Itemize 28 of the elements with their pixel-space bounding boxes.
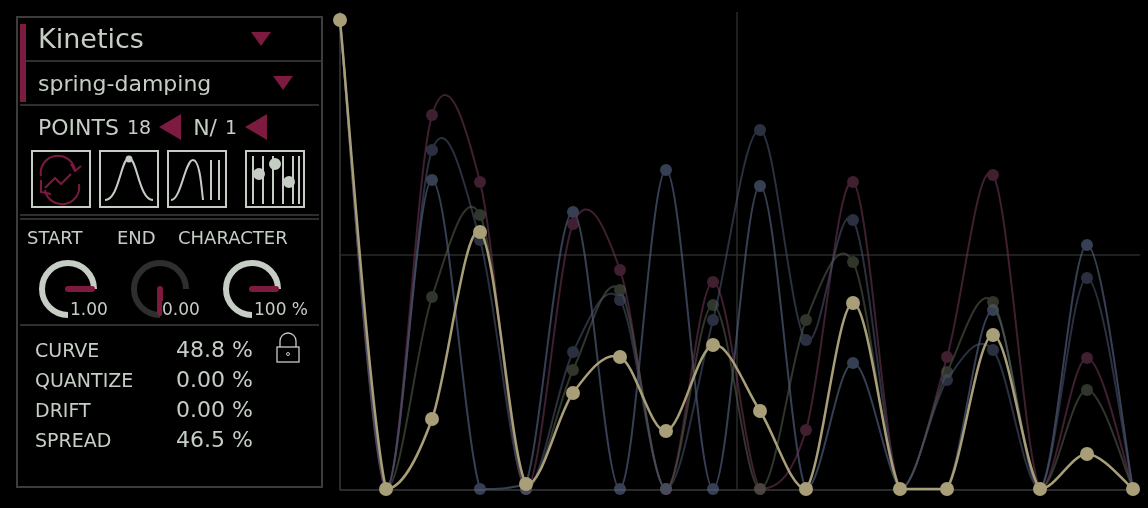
divisor-value: 1 — [225, 114, 238, 140]
param-label: CURVE — [35, 338, 101, 363]
tool-button[interactable] — [99, 150, 159, 208]
tool-button[interactable] — [167, 150, 227, 208]
param-value[interactable]: 48.8 % — [176, 336, 253, 364]
knob[interactable] — [220, 257, 284, 321]
knob-label: CHARACTER — [178, 226, 288, 250]
param-label: SPREAD — [35, 428, 113, 453]
knob-label: START — [27, 226, 84, 250]
param-value[interactable]: 0.00 % — [176, 366, 253, 394]
knob-value: 1.00 — [70, 301, 108, 318]
param-value[interactable]: 46.5 % — [176, 426, 253, 454]
knob-label: END — [117, 226, 157, 250]
param-label: DRIFT — [35, 398, 92, 423]
points-value: 18 — [126, 114, 152, 140]
mode-value: spring-damping — [38, 69, 213, 98]
knob-value: 100 % — [254, 301, 308, 318]
mode-dropdown[interactable]: spring-damping — [26, 62, 321, 104]
param-value[interactable]: 0.00 % — [176, 396, 253, 424]
divisor-label: N/ — [193, 113, 217, 142]
points-label: POINTS — [38, 113, 119, 142]
lock-icon[interactable] — [274, 332, 301, 364]
param-label: QUANTIZE — [35, 368, 135, 393]
tool-button[interactable] — [31, 150, 91, 208]
tool-button[interactable] — [245, 150, 305, 208]
knob-value: 0.00 — [162, 301, 200, 318]
preset-dropdown[interactable]: Kinetics — [26, 18, 321, 62]
preset-title: Kinetics — [38, 21, 145, 56]
